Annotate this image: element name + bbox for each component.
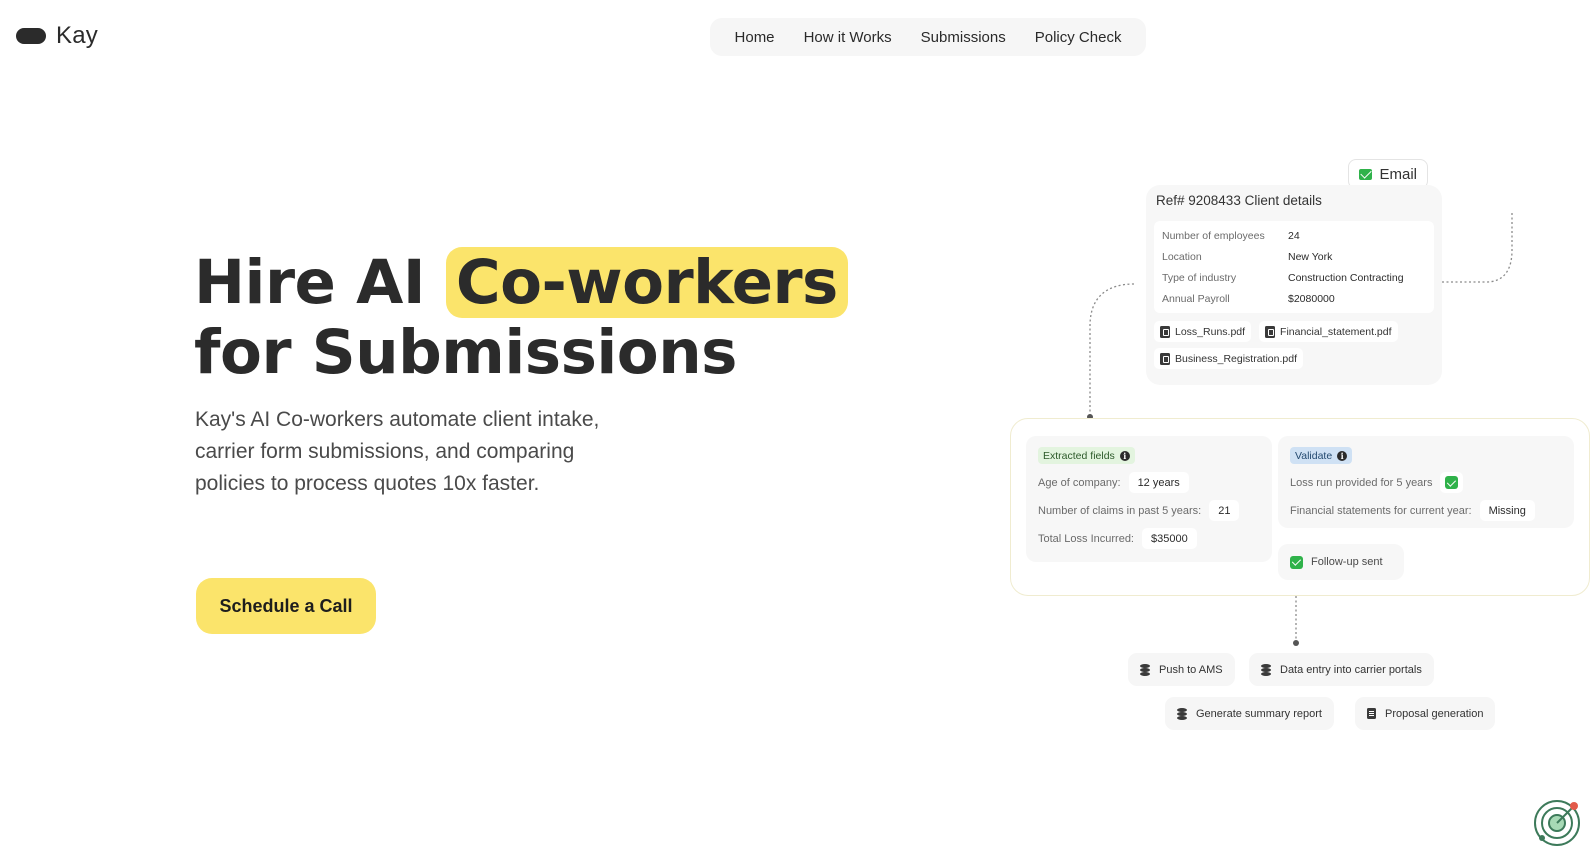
detail-row: Number of employees 24 — [1162, 226, 1426, 247]
file-name: Financial_statement.pdf — [1280, 325, 1392, 338]
hero-title: Hire AI Co-workers for Submissions — [194, 247, 848, 388]
client-card-title: Ref# 9208433 Client details — [1156, 193, 1322, 208]
radar-widget-icon[interactable] — [1532, 798, 1582, 848]
info-icon: i — [1119, 450, 1130, 461]
followup-status: Follow-up sent — [1278, 544, 1404, 580]
client-details-table: Number of employees 24 Location New York… — [1154, 221, 1434, 313]
detail-row: Type of industry Construction Contractin… — [1162, 268, 1426, 289]
file-name: Loss_Runs.pdf — [1175, 325, 1246, 338]
pdf-file-icon — [1160, 352, 1170, 365]
nav-item-home[interactable]: Home — [735, 29, 775, 46]
attached-files: Loss_Runs.pdf Financial_statement.pdf Bu… — [1154, 321, 1444, 369]
field-value: 21 — [1209, 500, 1240, 521]
extracted-fields-badge: Extracted fields i — [1038, 447, 1135, 464]
nav-item-submissions[interactable]: Submissions — [921, 29, 1006, 46]
email-chip-label: Email — [1379, 165, 1417, 183]
database-icon — [1140, 663, 1150, 676]
field-value: 12 years — [1128, 472, 1189, 493]
client-details-card: Ref# 9208433 Client details Number of em… — [1146, 185, 1442, 385]
document-icon — [1367, 708, 1376, 719]
checkmark-icon — [1445, 476, 1459, 489]
field-label: Number of claims in past 5 years: — [1038, 504, 1202, 517]
validate-panel: Validate i Loss run provided for 5 years… — [1278, 436, 1574, 528]
hero-title-part1: Hire AI — [194, 247, 426, 318]
schedule-call-button[interactable]: Schedule a Call — [196, 578, 376, 634]
pdf-file-icon — [1265, 325, 1276, 338]
hero-title-part2: for Submissions — [194, 317, 737, 388]
badge-label: Extracted fields — [1043, 449, 1115, 462]
followup-label: Follow-up sent — [1311, 556, 1383, 568]
validate-badge: Validate i — [1290, 447, 1353, 464]
validate-row-loss-run: Loss run provided for 5 years — [1290, 472, 1464, 493]
brand-name: Kay — [56, 22, 98, 49]
detail-value: Construction Contracting — [1288, 272, 1404, 284]
detail-value: $2080000 — [1288, 293, 1335, 305]
validate-label: Loss run provided for 5 years — [1290, 476, 1433, 489]
logo-mark-icon — [16, 28, 46, 44]
nav-item-how-it-works[interactable]: How it Works — [804, 29, 892, 46]
action-label: Generate summary report — [1196, 707, 1322, 720]
detail-label: Type of industry — [1162, 272, 1237, 284]
pdf-file-icon — [1160, 325, 1170, 338]
detail-label: Annual Payroll — [1162, 293, 1230, 305]
validate-row-financial: Financial statements for current year: M… — [1290, 500, 1535, 521]
checkmark-icon — [1290, 555, 1303, 569]
file-name: Business_Registration.pdf — [1175, 352, 1297, 365]
hero-title-highlight: Co-workers — [445, 247, 848, 318]
action-push-to-ams[interactable]: Push to AMS — [1128, 653, 1235, 686]
detail-value: New York — [1288, 251, 1333, 263]
detail-row: Annual Payroll $2080000 — [1162, 289, 1426, 310]
badge-label: Validate — [1295, 449, 1333, 462]
extracted-field-row: Age of company: 12 years — [1038, 472, 1189, 493]
checkmark-chip — [1440, 472, 1464, 493]
info-icon: i — [1337, 450, 1348, 461]
validate-value: Missing — [1479, 500, 1535, 521]
field-value: $35000 — [1142, 528, 1197, 549]
extracted-fields-panel: Extracted fields i Age of company: 12 ye… — [1026, 436, 1272, 562]
detail-row: Location New York — [1162, 247, 1426, 268]
nav-item-policy-check[interactable]: Policy Check — [1035, 29, 1122, 46]
envelope-icon — [1359, 168, 1373, 180]
action-label: Push to AMS — [1159, 663, 1223, 676]
database-icon — [1261, 663, 1271, 676]
action-generate-summary-report[interactable]: Generate summary report — [1165, 697, 1334, 730]
file-chip-loss-runs: Loss_Runs.pdf — [1154, 321, 1252, 342]
action-data-entry-carrier-portals[interactable]: Data entry into carrier portals — [1249, 653, 1434, 686]
action-label: Data entry into carrier portals — [1280, 663, 1422, 676]
extracted-field-row: Number of claims in past 5 years: 21 — [1038, 500, 1240, 521]
detail-label: Number of employees — [1162, 230, 1265, 242]
validate-label: Financial statements for current year: — [1290, 504, 1472, 517]
file-chip-business-registration: Business_Registration.pdf — [1154, 348, 1303, 369]
brand-logo[interactable]: Kay — [16, 22, 98, 50]
extracted-field-row: Total Loss Incurred: $35000 — [1038, 528, 1197, 549]
field-label: Total Loss Incurred: — [1038, 532, 1134, 545]
detail-label: Location — [1162, 251, 1202, 263]
action-label: Proposal generation — [1385, 707, 1484, 720]
field-label: Age of company: — [1038, 476, 1121, 489]
top-nav: Home How it Works Submissions Policy Che… — [710, 18, 1146, 56]
hero-subtitle: Kay's AI Co-workers automate client inta… — [195, 408, 600, 495]
detail-value: 24 — [1288, 230, 1300, 242]
action-proposal-generation[interactable]: Proposal generation — [1355, 697, 1496, 730]
file-chip-financial-statement: Financial_statement.pdf — [1259, 321, 1398, 342]
database-icon — [1177, 707, 1187, 720]
